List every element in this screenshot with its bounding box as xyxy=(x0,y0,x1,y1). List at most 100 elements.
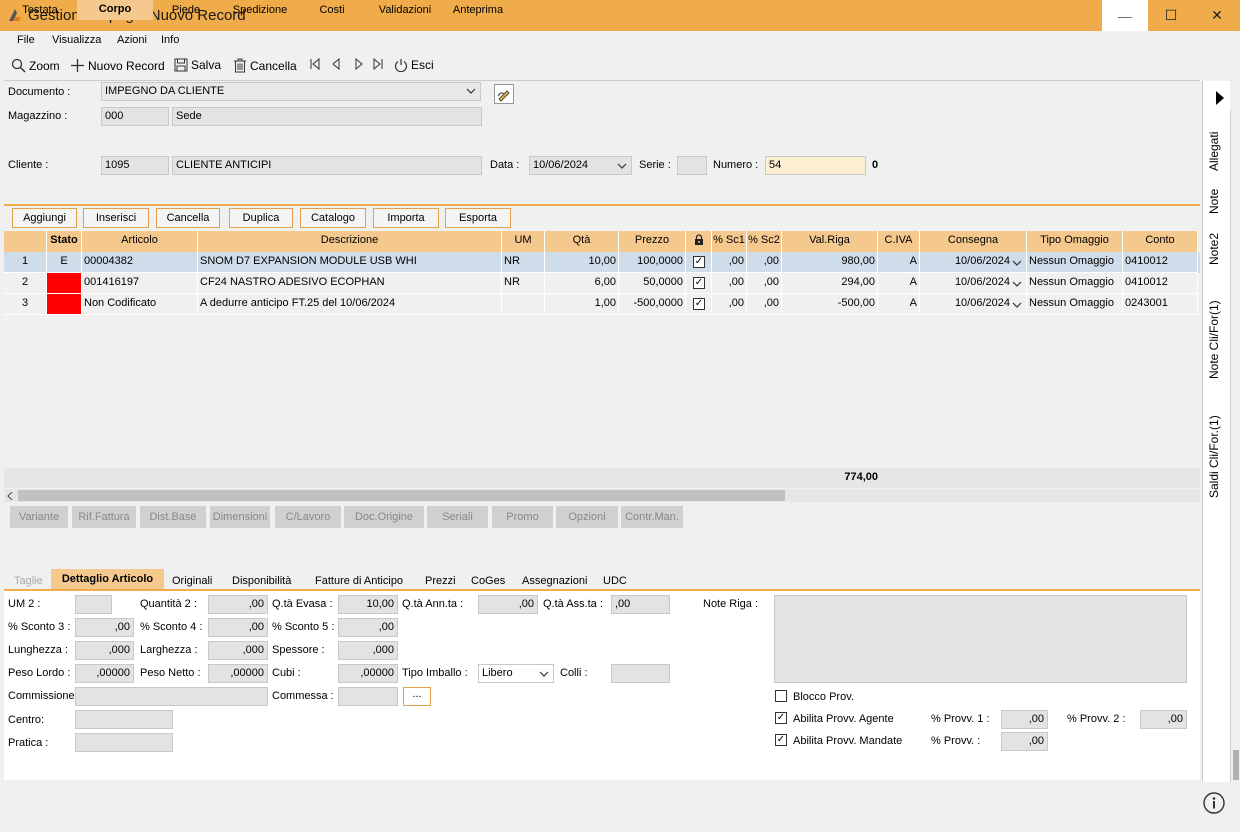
table-row[interactable]: 2 001416197 CF24 NASTRO ADESIVO ECOPHAN NR 6… xyxy=(4,273,1200,294)
tab-prezzi[interactable]: Prezzi xyxy=(425,575,456,587)
col-header-conto[interactable]: Conto xyxy=(1123,231,1198,252)
cell-sc1[interactable]: ,00 xyxy=(712,273,747,294)
scroll-left-icon[interactable] xyxy=(7,492,13,500)
cell-stato[interactable] xyxy=(47,273,82,294)
cell-consegna[interactable]: 10/06/2024 xyxy=(920,294,1027,315)
chevron-down-icon[interactable] xyxy=(1012,259,1022,267)
table-row[interactable]: 1 E 00004382 SNOM D7 EXPANSION MODULE USB W… xyxy=(4,252,1200,273)
note-riga-textarea[interactable] xyxy=(774,595,1187,683)
cell-qta[interactable]: 6,00 xyxy=(545,273,619,294)
col-header-prezzo[interactable]: Prezzo xyxy=(619,231,686,252)
blocco-prov-checkbox[interactable] xyxy=(775,690,787,702)
esporta-button[interactable]: Esporta xyxy=(445,208,511,228)
magazzino-code-field[interactable]: 000 xyxy=(101,107,169,126)
larghezza-field[interactable]: ,000 xyxy=(208,641,268,660)
chevron-down-icon[interactable] xyxy=(1012,301,1022,309)
inserisci-button[interactable]: Inserisci xyxy=(83,208,149,228)
tab-dettaglio-articolo[interactable]: Dettaglio Articolo xyxy=(51,569,164,590)
cell-qta[interactable]: 1,00 xyxy=(545,294,619,315)
sconto3-field[interactable]: ,00 xyxy=(75,618,134,637)
tab-validazioni[interactable]: Validazioni xyxy=(370,0,440,20)
tab-piede[interactable]: Piede xyxy=(160,0,212,20)
col-header-qta[interactable]: Qtà xyxy=(545,231,619,252)
side-scrollbar[interactable] xyxy=(1230,110,1240,782)
cell-um[interactable]: NR xyxy=(502,252,545,273)
next-record-button[interactable] xyxy=(354,58,364,70)
cell-stato[interactable]: E xyxy=(47,252,82,273)
cell-consegna[interactable]: 10/06/2024 xyxy=(920,273,1027,294)
cell-articolo[interactable]: Non Codificato xyxy=(82,294,198,315)
table-row[interactable]: 3 Non Codificato A dedurre anticipo FT.25 … xyxy=(4,294,1200,315)
cell-stato[interactable] xyxy=(47,294,82,315)
info-icon[interactable] xyxy=(1203,792,1225,814)
side-tab-note[interactable]: Note xyxy=(1207,189,1221,214)
sconto4-field[interactable]: ,00 xyxy=(208,618,268,637)
cell-sc2[interactable]: ,00 xyxy=(747,273,782,294)
cliente-code-field[interactable]: 1095 xyxy=(101,156,169,175)
spessore-field[interactable]: ,000 xyxy=(338,641,398,660)
tab-udc[interactable]: UDC xyxy=(603,575,627,587)
tab-disponibilita[interactable]: Disponibilità xyxy=(232,575,291,587)
tab-spedizione[interactable]: Spedizione xyxy=(223,0,297,20)
um2-field[interactable] xyxy=(75,595,112,614)
minimize-button[interactable]: — xyxy=(1102,0,1148,31)
col-header-civa[interactable]: C.IVA xyxy=(878,231,920,252)
cell-num[interactable]: 2 xyxy=(4,273,47,294)
lock-checkbox[interactable]: ✓ xyxy=(693,256,705,268)
tab-costi[interactable]: Costi xyxy=(309,0,355,20)
side-tab-allegati[interactable]: Allegati xyxy=(1207,132,1221,171)
menu-file[interactable]: File xyxy=(17,34,35,46)
cell-lock[interactable]: ✓ xyxy=(686,273,712,294)
centro-field[interactable] xyxy=(75,710,173,729)
commissione-field[interactable] xyxy=(75,687,268,706)
cell-civa[interactable]: A xyxy=(878,294,920,315)
cell-civa[interactable]: A xyxy=(878,252,920,273)
cell-conto[interactable]: 0410012 xyxy=(1123,252,1198,273)
cell-um[interactable]: NR xyxy=(502,273,545,294)
col-header-consegna[interactable]: Consegna xyxy=(920,231,1027,252)
cell-omaggio[interactable]: Nessun Omaggio xyxy=(1027,252,1123,273)
side-scrollbar-thumb[interactable] xyxy=(1233,750,1239,780)
commessa-field[interactable] xyxy=(338,687,398,706)
nuovo-record-button[interactable]: Nuovo Record xyxy=(70,58,165,73)
provv1-field[interactable]: ,00 xyxy=(1001,710,1048,729)
cell-num[interactable]: 1 xyxy=(4,252,47,273)
cell-sc1[interactable]: ,00 xyxy=(712,252,747,273)
esci-button[interactable]: Esci xyxy=(394,58,434,72)
cell-articolo[interactable]: 00004382 xyxy=(82,252,198,273)
qta-evasa-field[interactable]: 10,00 xyxy=(338,595,398,614)
col-header-descrizione[interactable]: Descrizione xyxy=(198,231,502,252)
cell-omaggio[interactable]: Nessun Omaggio xyxy=(1027,294,1123,315)
col-header-um[interactable]: UM xyxy=(502,231,545,252)
cell-sc2[interactable]: ,00 xyxy=(747,294,782,315)
cell-num[interactable]: 3 xyxy=(4,294,47,315)
tab-assegnazioni[interactable]: Assegnazioni xyxy=(522,575,587,587)
peso-netto-field[interactable]: ,00000 xyxy=(208,664,268,683)
cell-prezzo[interactable]: 50,0000 xyxy=(619,273,686,294)
cell-descrizione[interactable]: CF24 NASTRO ADESIVO ECOPHAN xyxy=(198,273,502,294)
horizontal-scrollbar[interactable] xyxy=(4,489,1200,502)
cell-articolo[interactable]: 001416197 xyxy=(82,273,198,294)
commessa-lookup-button[interactable]: ... xyxy=(403,687,431,706)
cell-lock[interactable]: ✓ xyxy=(686,252,712,273)
chevron-down-icon[interactable] xyxy=(1012,280,1022,288)
col-header-valriga[interactable]: Val.Riga xyxy=(782,231,878,252)
catalogo-button[interactable]: Catalogo xyxy=(300,208,366,228)
cell-consegna[interactable]: 10/06/2024 xyxy=(920,252,1027,273)
cell-prezzo[interactable]: -500,0000 xyxy=(619,294,686,315)
numero-field[interactable]: 54 xyxy=(765,156,866,175)
tab-anteprima[interactable]: Anteprima xyxy=(446,0,510,20)
tab-testata[interactable]: Testata xyxy=(10,0,70,20)
first-record-button[interactable] xyxy=(309,58,321,70)
cell-conto[interactable]: 0410012 xyxy=(1123,273,1198,294)
peso-lordo-field[interactable]: ,00000 xyxy=(75,664,134,683)
cell-valriga[interactable]: 294,00 xyxy=(782,273,878,294)
col-header-omaggio[interactable]: Tipo Omaggio xyxy=(1027,231,1123,252)
duplica-button[interactable]: Duplica xyxy=(229,208,293,228)
serie-field[interactable] xyxy=(677,156,707,175)
data-field[interactable]: 10/06/2024 xyxy=(529,156,632,175)
magazzino-name-field[interactable]: Sede xyxy=(172,107,482,126)
side-tab-note-clifor[interactable]: Note Cli/For(1) xyxy=(1207,300,1221,379)
cell-conto[interactable]: 0243001 xyxy=(1123,294,1198,315)
menu-visualizza[interactable]: Visualizza xyxy=(52,34,101,46)
